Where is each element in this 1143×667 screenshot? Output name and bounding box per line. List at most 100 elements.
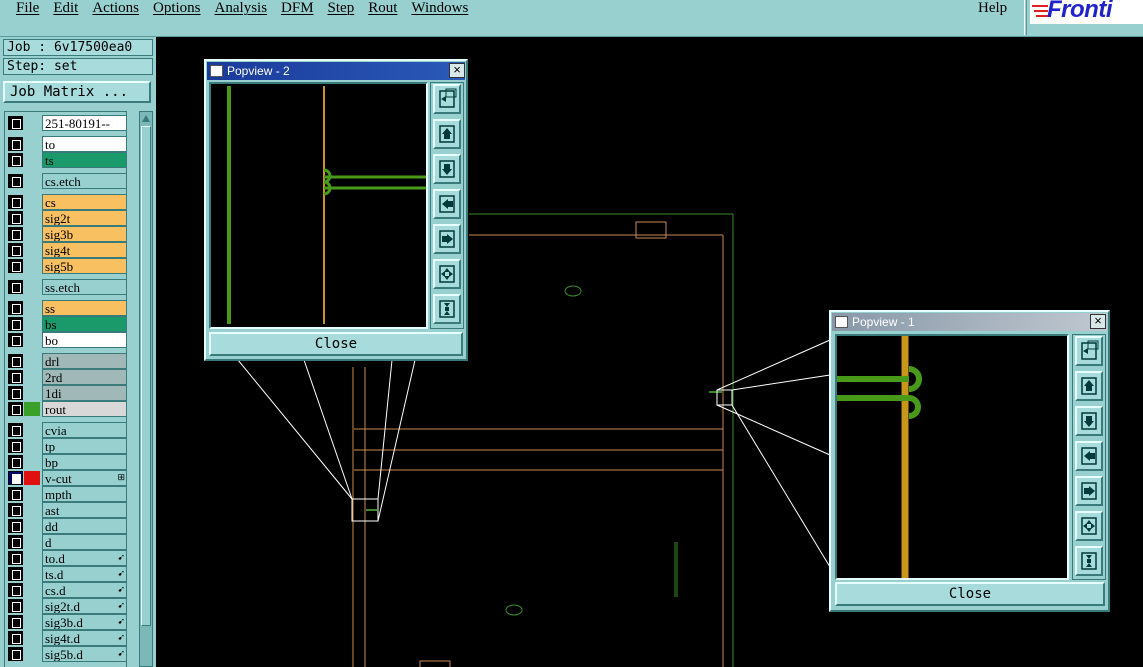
layer-name[interactable]: tp <box>42 438 126 454</box>
job-matrix-button[interactable]: Job Matrix ... <box>3 81 151 103</box>
layer-row[interactable]: sig3b.d ➹ <box>5 614 126 630</box>
layer-row[interactable]: ts.d ➹ <box>5 566 126 582</box>
layer-checkbox[interactable] <box>8 471 23 485</box>
layer-row[interactable]: sig2t.d ➹ <box>5 598 126 614</box>
layer-name[interactable]: 1di <box>42 385 126 401</box>
layer-checkbox[interactable] <box>8 370 23 384</box>
layer-checkbox[interactable] <box>8 487 23 501</box>
layer-name[interactable]: dd <box>42 518 126 534</box>
layer-row[interactable]: drl <box>5 353 126 369</box>
layer-name[interactable]: cvia <box>42 422 126 438</box>
layer-checkbox[interactable] <box>8 631 23 645</box>
pan-up-icon[interactable] <box>433 119 461 149</box>
layer-name[interactable]: sig3b.d <box>42 614 126 630</box>
popview-1-close-button[interactable]: Close <box>835 582 1105 606</box>
layer-row[interactable]: dd <box>5 518 126 534</box>
layer-checkbox[interactable] <box>8 195 23 209</box>
layer-name[interactable]: sig2t.d <box>42 598 126 614</box>
layer-name[interactable]: rout <box>42 401 126 417</box>
zoom-out-icon[interactable] <box>433 259 461 289</box>
layer-color-swatch[interactable] <box>24 402 40 416</box>
layer-checkbox[interactable] <box>8 301 23 315</box>
layer-checkbox[interactable] <box>8 647 23 661</box>
layer-row[interactable]: ast <box>5 502 126 518</box>
layer-checkbox[interactable] <box>8 402 23 416</box>
layer-checkbox[interactable] <box>8 439 23 453</box>
layer-row[interactable]: tp <box>5 438 126 454</box>
scrollbar-thumb[interactable] <box>141 126 151 626</box>
layer-row[interactable]: ts <box>5 152 126 168</box>
layer-checkbox[interactable] <box>8 519 23 533</box>
layer-name[interactable]: sig3b <box>42 226 126 242</box>
layer-name[interactable]: ts <box>42 152 126 168</box>
layer-name[interactable]: mpth <box>42 486 126 502</box>
layer-row[interactable]: 251-80191-- <box>5 115 126 131</box>
pan-left-icon[interactable] <box>1075 441 1103 471</box>
zoom-home-icon[interactable] <box>1075 336 1103 366</box>
pan-up-icon[interactable] <box>1075 371 1103 401</box>
popview-2-view[interactable] <box>209 82 428 329</box>
layer-row[interactable]: sig4t <box>5 242 126 258</box>
layer-row[interactable]: v-cut ⊞ <box>5 470 126 486</box>
layer-row[interactable]: cs <box>5 194 126 210</box>
close-x-icon[interactable]: × <box>1090 314 1106 329</box>
menu-windows[interactable]: Windows <box>405 0 476 30</box>
layer-checkbox[interactable] <box>8 551 23 565</box>
layer-name[interactable]: 2rd <box>42 369 126 385</box>
scroll-up-arrow-icon[interactable] <box>141 113 151 125</box>
layer-checkbox[interactable] <box>8 583 23 597</box>
layer-name[interactable]: drl <box>42 353 126 369</box>
layer-row[interactable]: to.d ➹ <box>5 550 126 566</box>
layer-checkbox[interactable] <box>8 615 23 629</box>
layer-name[interactable]: ss <box>42 300 126 316</box>
layer-checkbox[interactable] <box>8 333 23 347</box>
menu-rout[interactable]: Rout <box>362 0 405 30</box>
layer-name[interactable]: ts.d <box>42 566 126 582</box>
layer-row[interactable]: 1di <box>5 385 126 401</box>
layer-name[interactable]: cs.d <box>42 582 126 598</box>
layer-name[interactable]: bp <box>42 454 126 470</box>
layer-name[interactable]: to.d <box>42 550 126 566</box>
layer-row[interactable]: sig3b <box>5 226 126 242</box>
popview-2-close-button[interactable]: Close <box>209 332 463 356</box>
popview-1-view[interactable] <box>835 334 1069 580</box>
layer-name[interactable]: bs <box>42 316 126 332</box>
pan-left-icon[interactable] <box>433 189 461 219</box>
menu-analysis[interactable]: Analysis <box>209 0 276 30</box>
zoom-in-icon[interactable] <box>1075 546 1103 576</box>
layer-row[interactable]: cvia <box>5 422 126 438</box>
layer-name[interactable]: ast <box>42 502 126 518</box>
popview-2-titlebar[interactable]: Popview - 2 <box>207 62 465 80</box>
layer-row[interactable]: sig5b <box>5 258 126 274</box>
layer-name[interactable]: 251-80191-- <box>42 115 126 131</box>
layer-row[interactable]: mpth <box>5 486 126 502</box>
layer-name[interactable]: v-cut <box>42 470 126 486</box>
layer-checkbox[interactable] <box>8 567 23 581</box>
layer-row[interactable]: ss <box>5 300 126 316</box>
layer-row[interactable]: sig2t <box>5 210 126 226</box>
layer-row[interactable]: bs <box>5 316 126 332</box>
layer-checkbox[interactable] <box>8 116 23 130</box>
layer-row[interactable]: sig5b.d ➹ <box>5 646 126 662</box>
zoom-in-icon[interactable] <box>433 294 461 324</box>
layer-row[interactable]: ss.etch <box>5 279 126 295</box>
layer-row[interactable]: rout <box>5 401 126 417</box>
menu-file[interactable]: File <box>0 0 47 30</box>
layer-checkbox[interactable] <box>8 317 23 331</box>
layer-row[interactable]: bp <box>5 454 126 470</box>
layer-name[interactable]: d <box>42 534 126 550</box>
layer-name[interactable]: sig2t <box>42 210 126 226</box>
layer-row[interactable]: d <box>5 534 126 550</box>
layer-name[interactable]: cs.etch <box>42 173 126 189</box>
menu-options[interactable]: Options <box>147 0 209 30</box>
pan-right-icon[interactable] <box>1075 476 1103 506</box>
close-x-icon[interactable]: × <box>449 63 465 78</box>
layer-name[interactable]: sig4t.d <box>42 630 126 646</box>
pan-down-icon[interactable] <box>433 154 461 184</box>
layer-name[interactable]: sig5b.d <box>42 646 126 662</box>
layer-checkbox[interactable] <box>8 137 23 151</box>
layer-name[interactable]: ss.etch <box>42 279 126 295</box>
zoom-home-icon[interactable] <box>433 84 461 114</box>
popview-1-titlebar[interactable]: Popview - 1 <box>832 313 1107 331</box>
pan-right-icon[interactable] <box>433 224 461 254</box>
